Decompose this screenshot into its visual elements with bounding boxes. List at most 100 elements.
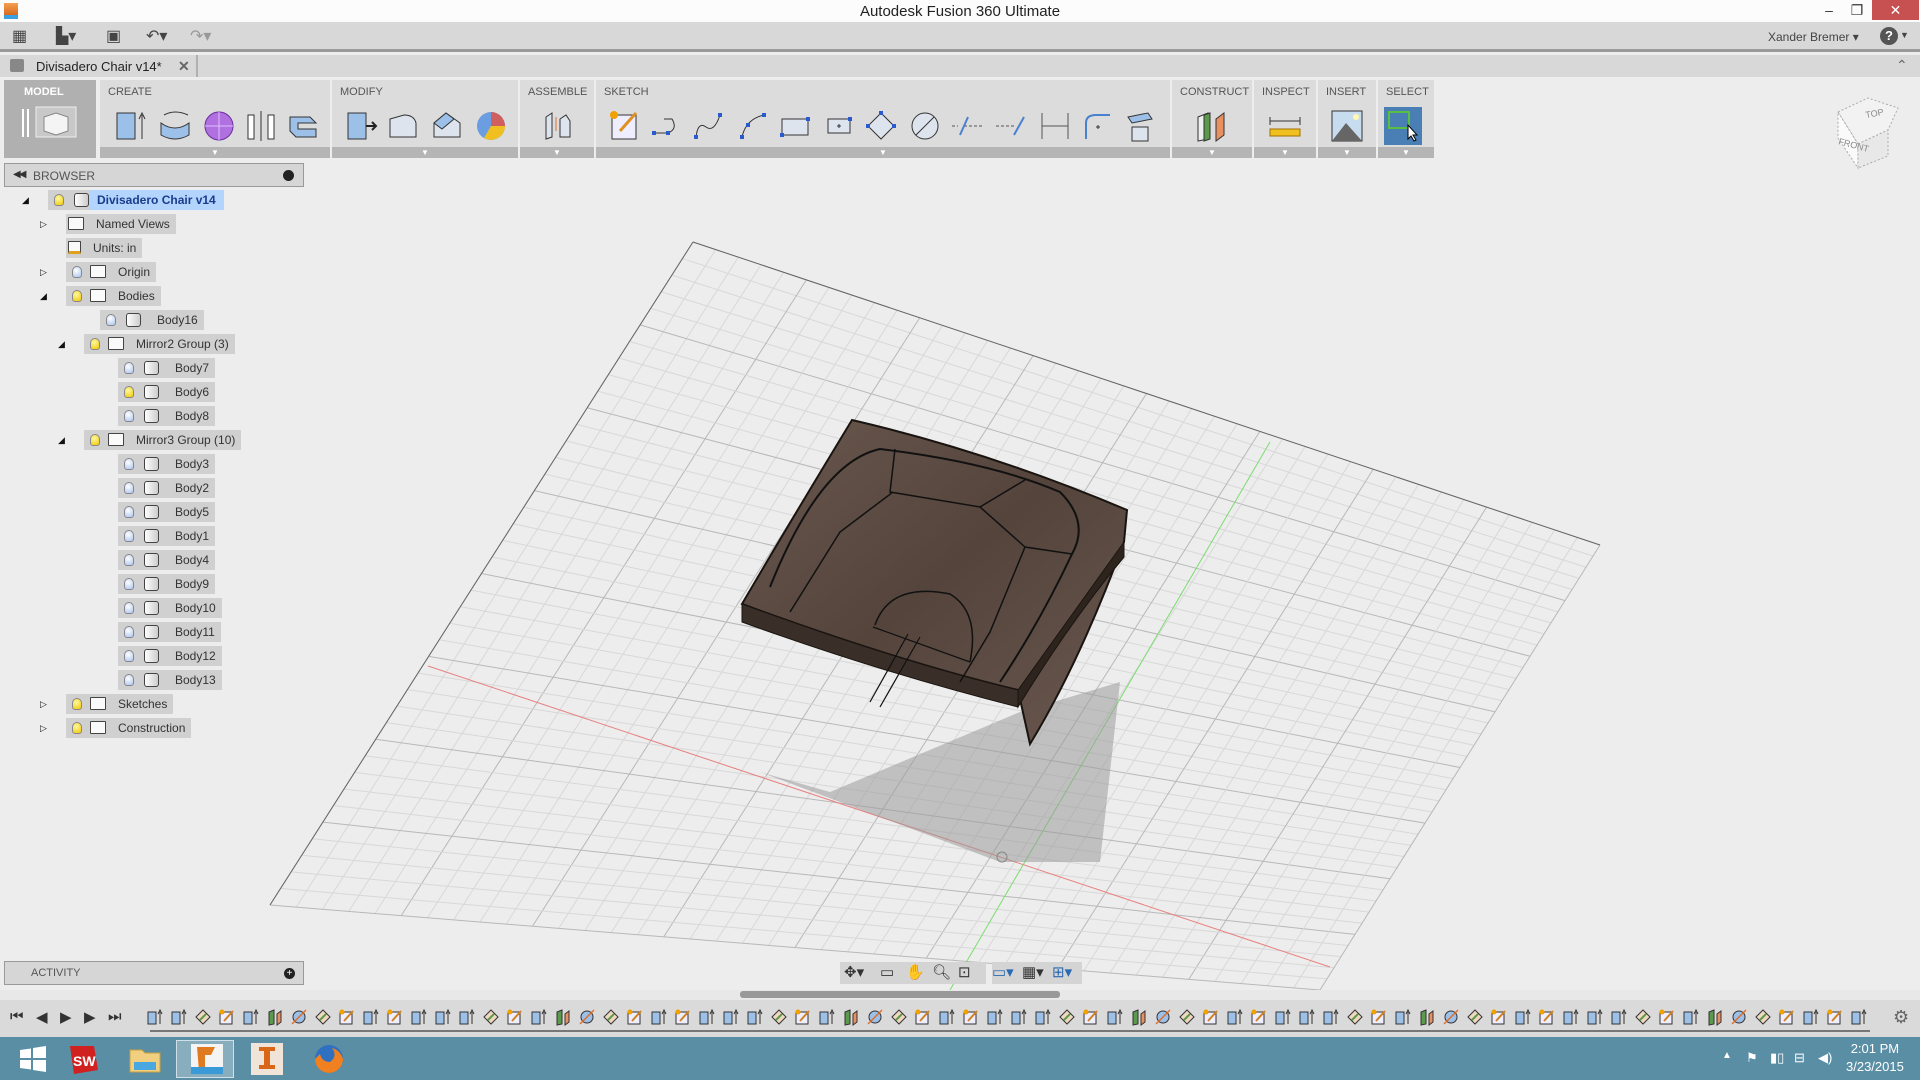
inventor-pro-icon[interactable] — [242, 1040, 292, 1078]
timeline-chamfer-feature-icon[interactable] — [890, 1008, 908, 1026]
body-node[interactable]: Body1 — [118, 526, 216, 546]
folder-node[interactable]: Named Views — [66, 214, 176, 234]
timeline-revolve-feature-icon[interactable] — [578, 1008, 596, 1026]
timeline-extrude-feature-icon[interactable] — [1106, 1008, 1124, 1026]
horizontal-scrollbar[interactable] — [0, 990, 1920, 1000]
orbit-icon[interactable]: ✥▾ — [840, 962, 880, 984]
timeline-extrude-feature-icon[interactable] — [1034, 1008, 1052, 1026]
folder-node[interactable]: Mirror2 Group (3) — [84, 334, 235, 354]
timeline-extrude-feature-icon[interactable] — [650, 1008, 668, 1026]
visibility-off-bulb-icon[interactable] — [124, 602, 134, 614]
timeline-extrude-feature-icon[interactable] — [146, 1008, 164, 1026]
timeline-sketch-feature-icon[interactable] — [1778, 1008, 1796, 1026]
timeline-sketch-feature-icon[interactable] — [1202, 1008, 1220, 1026]
timeline-extrude-feature-icon[interactable] — [1682, 1008, 1700, 1026]
timeline-chamfer-feature-icon[interactable] — [314, 1008, 332, 1026]
timeline-settings-gear-icon[interactable]: ⚙ — [1893, 1007, 1909, 1028]
go-to-start-button[interactable]: ⏮ — [10, 1008, 24, 1025]
save-icon[interactable]: ▣ — [106, 27, 121, 47]
visibility-off-bulb-icon[interactable] — [124, 530, 134, 542]
volume-icon[interactable]: ◀) — [1818, 1050, 1832, 1066]
visibility-off-bulb-icon[interactable] — [106, 314, 116, 326]
timeline-extrude-feature-icon[interactable] — [242, 1008, 260, 1026]
circle-icon[interactable] — [906, 107, 944, 145]
system-clock[interactable]: 2:01 PM 3/23/2015 — [1846, 1040, 1904, 1076]
visibility-on-bulb-icon[interactable] — [72, 698, 82, 710]
sketch-dropdown[interactable]: ▼ — [596, 147, 1170, 158]
timeline-chamfer-feature-icon[interactable] — [1466, 1008, 1484, 1026]
select-dropdown[interactable]: ▼ — [1378, 147, 1434, 158]
fillet-icon[interactable] — [384, 107, 422, 145]
timeline-plane-feature-icon[interactable] — [1706, 1008, 1724, 1026]
body-node[interactable]: Body6 — [118, 382, 216, 402]
visibility-off-bulb-icon[interactable] — [124, 482, 134, 494]
step-forward-button[interactable]: ▶ — [60, 1008, 72, 1026]
timeline-sketch-feature-icon[interactable] — [1250, 1008, 1268, 1026]
timeline-plane-feature-icon[interactable] — [842, 1008, 860, 1026]
dimension-icon[interactable] — [1036, 107, 1074, 145]
visibility-off-bulb-icon[interactable] — [124, 554, 134, 566]
timeline-plane-feature-icon[interactable] — [554, 1008, 572, 1026]
modify-dropdown[interactable]: ▼ — [332, 147, 518, 158]
arc-icon[interactable] — [734, 107, 772, 145]
folder-node[interactable]: Mirror3 Group (10) — [84, 430, 242, 450]
timeline-extrude-feature-icon[interactable] — [938, 1008, 956, 1026]
minimize-button[interactable]: – — [1814, 0, 1844, 20]
firefox-icon[interactable] — [304, 1040, 354, 1078]
project-icon[interactable] — [948, 107, 986, 145]
rectangle-icon[interactable] — [776, 107, 814, 145]
visibility-on-bulb-icon[interactable] — [72, 722, 82, 734]
timeline-extrude-feature-icon[interactable] — [698, 1008, 716, 1026]
timeline-chamfer-feature-icon[interactable] — [1346, 1008, 1364, 1026]
expand-arrow-icon[interactable]: ▷ — [40, 267, 47, 278]
collapse-arrow-icon[interactable]: ◢ — [22, 195, 29, 206]
insert-image-icon[interactable] — [1328, 107, 1366, 145]
timeline-extrude-feature-icon[interactable] — [818, 1008, 836, 1026]
timeline-sketch-feature-icon[interactable] — [626, 1008, 644, 1026]
units-node[interactable]: Units: in — [66, 238, 143, 258]
browser-minimize-icon[interactable] — [283, 170, 294, 181]
timeline-extrude-feature-icon[interactable] — [362, 1008, 380, 1026]
collapse-ribbon-icon[interactable]: ⌃ — [1896, 57, 1908, 74]
workspace-switcher[interactable]: MODEL — [4, 80, 96, 158]
timeline-sketch-feature-icon[interactable] — [386, 1008, 404, 1026]
data-panel-grid-icon[interactable]: ▦ — [12, 27, 27, 47]
file-explorer-icon[interactable] — [120, 1040, 170, 1078]
timeline-revolve-feature-icon[interactable] — [1730, 1008, 1748, 1026]
visibility-off-bulb-icon[interactable] — [124, 674, 134, 686]
timeline-extrude-feature-icon[interactable] — [530, 1008, 548, 1026]
timeline-extrude-feature-icon[interactable] — [1586, 1008, 1604, 1026]
center-rectangle-icon[interactable] — [820, 107, 858, 145]
timeline-sketch-feature-icon[interactable] — [674, 1008, 692, 1026]
measure-icon[interactable] — [1266, 107, 1304, 145]
battery-icon[interactable]: ▮▯ — [1770, 1050, 1784, 1066]
folder-node[interactable]: Construction — [66, 718, 192, 738]
window-select-icon[interactable] — [1384, 107, 1422, 145]
folder-node[interactable]: Bodies — [66, 286, 161, 306]
chamfer-icon[interactable] — [428, 107, 466, 145]
viewports-icon[interactable]: ⊞▾ — [1052, 962, 1082, 984]
visibility-on-bulb-icon[interactable] — [90, 434, 100, 446]
timeline-extrude-feature-icon[interactable] — [1322, 1008, 1340, 1026]
body-node[interactable]: Body2 — [118, 478, 216, 498]
timeline-chamfer-feature-icon[interactable] — [1754, 1008, 1772, 1026]
visibility-on-bulb-icon[interactable] — [54, 194, 64, 206]
timeline-sketch-feature-icon[interactable] — [1826, 1008, 1844, 1026]
timeline-sketch-feature-icon[interactable] — [338, 1008, 356, 1026]
insert-dropdown[interactable]: ▼ — [1318, 147, 1376, 158]
timeline-chamfer-feature-icon[interactable] — [1634, 1008, 1652, 1026]
body-node[interactable]: Body11 — [118, 622, 221, 642]
joint-icon[interactable] — [538, 107, 576, 145]
close-tab-button[interactable]: ✕ — [178, 58, 190, 75]
timeline-sketch-feature-icon[interactable] — [1370, 1008, 1388, 1026]
step-back-button[interactable]: ◀ — [36, 1008, 48, 1026]
appearance-icon[interactable] — [472, 107, 510, 145]
timeline-sketch-feature-icon[interactable] — [962, 1008, 980, 1026]
timeline-chamfer-feature-icon[interactable] — [194, 1008, 212, 1026]
create-sketch-icon[interactable] — [606, 107, 644, 145]
visibility-off-bulb-icon[interactable] — [124, 650, 134, 662]
inspect-dropdown[interactable]: ▼ — [1254, 147, 1316, 158]
body-node[interactable]: Body3 — [118, 454, 216, 474]
solidworks-icon[interactable]: SW — [58, 1040, 108, 1078]
visibility-on-bulb-icon[interactable] — [124, 386, 134, 398]
